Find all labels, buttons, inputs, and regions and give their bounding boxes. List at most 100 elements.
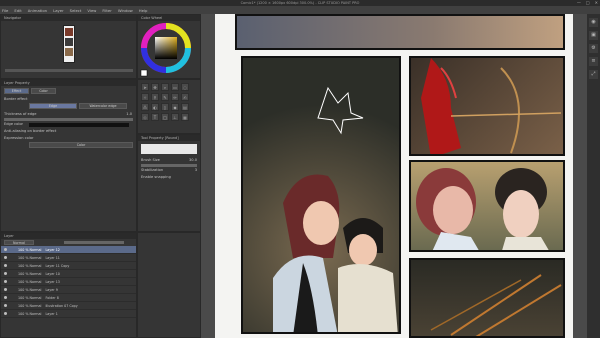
edge-button[interactable]: Edge [29,103,77,109]
brush-size-value[interactable]: 30.0 [189,157,197,164]
empty-dock-area [137,232,201,338]
eye-icon[interactable] [4,280,7,283]
layer-label: Layer 10 [45,272,60,276]
layer-name: 100 % Normal [18,264,42,268]
gear-icon[interactable]: ⚙ [589,44,598,53]
menu-filter[interactable]: Filter [102,8,111,13]
brush-preview [141,144,197,154]
layer-row[interactable]: 100 % Normal Illustration 07 Copy [1,302,136,310]
expression-color-select[interactable]: Color [29,142,133,148]
canvas-area[interactable] [201,14,587,338]
eraser-tool-icon[interactable]: ▯ [161,103,169,111]
object-icon[interactable]: ▣ [589,31,598,40]
layer-name: 100 % Normal [18,280,42,284]
navigator-panel: Navigator [0,14,137,79]
menu-view[interactable]: View [87,8,96,13]
menu-file[interactable]: File [2,8,8,13]
expand-icon[interactable]: ⤢ [589,70,598,79]
layer-name: 100 % Normal [18,272,42,276]
lasso-tool-icon[interactable]: ◌ [181,83,189,91]
window-title: Comic1* (1200 × 1600px 600dpi 300.0%) - … [240,1,360,5]
zoom-tool-icon[interactable]: ⌕ [161,83,169,91]
layer-label: Layer 12 [45,248,60,252]
menu-animation[interactable]: Animation [28,8,47,13]
eye-icon[interactable] [4,312,7,315]
layer-row[interactable]: 100 % Normal Layer 9 [1,286,136,294]
menu-bar: File Edit Animation Layer Select View Fi… [0,6,600,14]
layer-label: Folder 8 [45,296,59,300]
stabilization-row: Stabilization 3 [138,167,200,174]
thickness-value[interactable]: 1.0 [126,111,132,118]
panel-archer [409,56,565,156]
layer-list: 100 % Normal Layer 12 100 % Normal Layer 11… [1,246,136,318]
layer-row[interactable]: 100 % Normal Folder 8 [1,294,136,302]
cursor-tool-icon[interactable]: ➤ [141,83,149,91]
blend-tool-icon[interactable]: ◐ [151,103,159,111]
eye-icon[interactable] [4,256,7,259]
layer-label: Illustration 07 Copy [45,304,78,308]
navigator-zoom-slider[interactable] [5,69,133,72]
layer-name: 100 % Normal [18,248,42,252]
layer-property-panel: Layer Property Effect Color Border effec… [0,79,137,232]
eye-icon[interactable] [4,264,7,267]
select-tool-icon[interactable]: ▭ [171,83,179,91]
move-tool-icon[interactable]: ✥ [151,83,159,91]
tool-palette: ➤ ✥ ⌕ ▭ ◌ ✧ ⚲ ✎ ✏ ✍ ⁂ ◐ ▯ ◆ ▤ ◇ T ◯ ⊥ ▦ [137,79,201,134]
color-wheel[interactable] [138,21,202,80]
layer-name: 100 % Normal [18,304,42,308]
eye-icon[interactable] [4,288,7,291]
layer-row[interactable]: 100 % Normal Layer 11 Copy [1,262,136,270]
eye-icon[interactable] [4,272,7,275]
menu-help[interactable]: Help [139,8,148,13]
layer-property-tabs: Effect Color [1,86,136,96]
eye-icon[interactable] [4,304,7,307]
layer-row[interactable]: 100 % Normal Layer 10 [1,270,136,278]
blend-mode-select[interactable]: Normal [4,240,34,245]
pen-tool-icon[interactable]: ✎ [161,93,169,101]
menu-select[interactable]: Select [70,8,82,13]
gradient-tool-icon[interactable]: ▤ [181,103,189,111]
opacity-slider[interactable] [64,241,124,244]
menu-layer[interactable]: Layer [53,8,64,13]
enable-snapping-checkbox[interactable]: Enable snapping [138,174,200,181]
eye-icon[interactable] [4,248,7,251]
thickness-label: Thickness of edge [4,112,37,116]
frame-tool-icon[interactable]: ▦ [181,113,189,121]
fill-tool-icon[interactable]: ◆ [171,103,179,111]
tab-effect[interactable]: Effect [4,88,29,94]
menu-edit[interactable]: Edit [14,8,21,13]
layer-row[interactable]: 100 % Normal Layer 1 [1,310,136,318]
ruler-tool-icon[interactable]: ⊥ [171,113,179,121]
figure-tool-icon[interactable]: ◇ [141,113,149,121]
panel-closeup [409,160,565,252]
text-tool-icon[interactable]: T [151,113,159,121]
navigator-header: Navigator [1,15,136,21]
brush-tool-icon[interactable]: ✍ [181,93,189,101]
brush-size-row: Brush Size 30.0 [138,157,200,164]
spray-tool-icon[interactable]: ⁂ [141,103,149,111]
layer-row[interactable]: 100 % Normal Layer 11 [1,254,136,262]
camera-icon[interactable]: ◉ [589,18,598,27]
balloon-tool-icon[interactable]: ◯ [161,113,169,121]
wand-tool-icon[interactable]: ✧ [141,93,149,101]
edge-color-row: Edge color [1,121,136,128]
pencil-tool-icon[interactable]: ✏ [171,93,179,101]
eyedrop-tool-icon[interactable]: ⚲ [151,93,159,101]
edge-color-swatch[interactable] [29,122,130,127]
watercolor-edge-button[interactable]: Watercolor edge [79,103,127,109]
menu-window[interactable]: Window [118,8,133,13]
layer-name: 100 % Normal [18,256,42,260]
layer-label: Layer 13 [45,280,60,284]
anti-alias-checkbox[interactable]: Anti-aliasing on border effect [1,128,136,135]
layer-row[interactable]: 100 % Normal Layer 12 [1,246,136,254]
layer-label: Layer 9 [45,288,58,292]
layer-row[interactable]: 100 % Normal Layer 13 [1,278,136,286]
brush-size-label: Brush Size [141,158,160,162]
eye-icon[interactable] [4,296,7,299]
menu-icon[interactable]: ≡ [589,57,598,66]
navigator-preview[interactable] [63,25,75,63]
tab-color[interactable]: Color [31,88,56,94]
tool-grid: ➤ ✥ ⌕ ▭ ◌ ✧ ⚲ ✎ ✏ ✍ ⁂ ◐ ▯ ◆ ▤ ◇ T ◯ ⊥ ▦ [138,80,200,124]
layer-label: Layer 1 [45,312,58,316]
stabilization-value[interactable]: 3 [195,167,197,174]
